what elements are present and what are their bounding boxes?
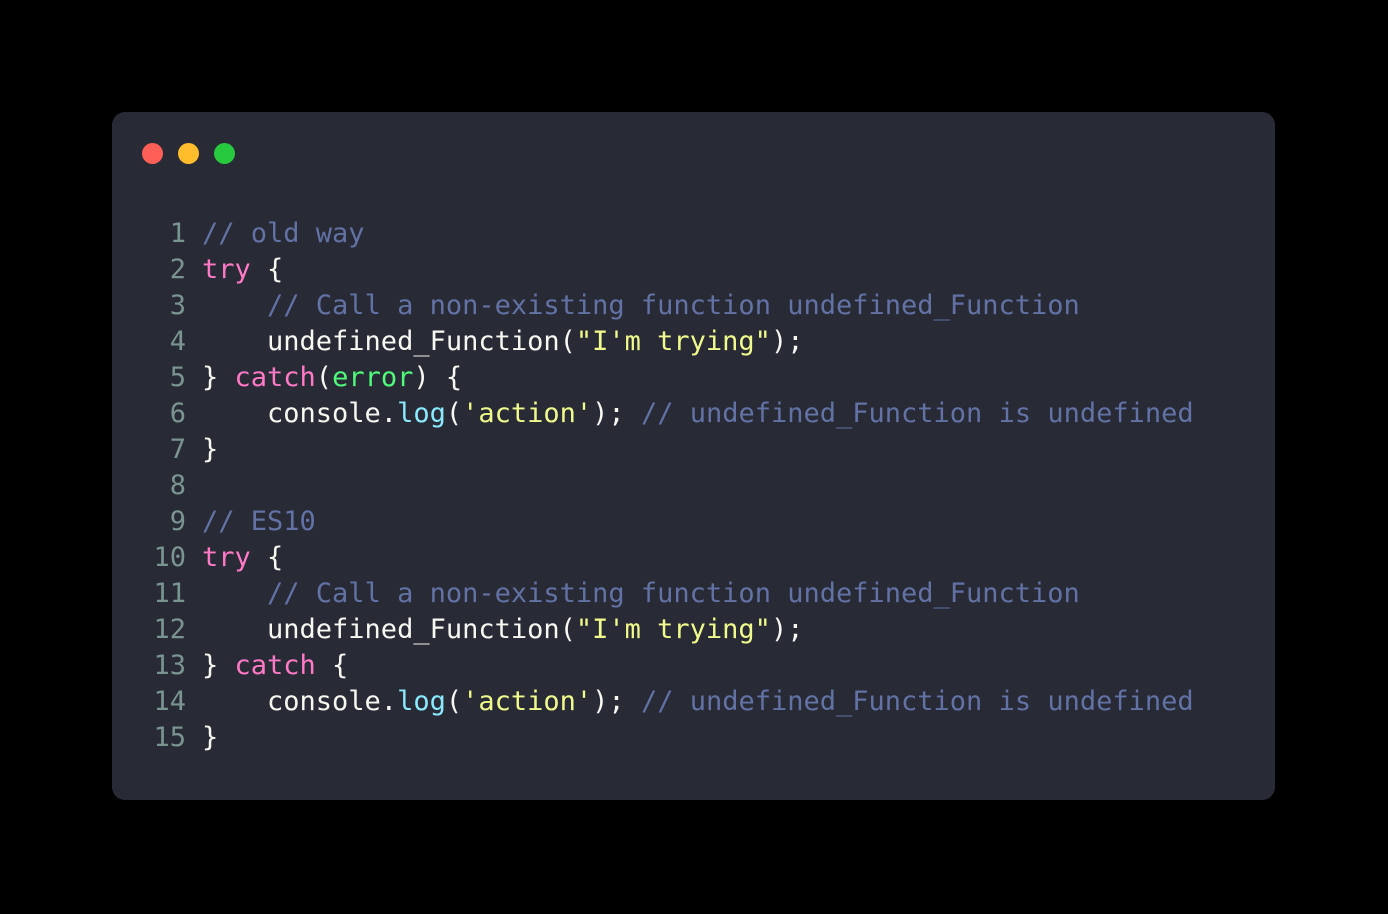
line-number: 9 <box>169 506 186 537</box>
token-plain: ( <box>315 362 333 393</box>
line-number: 4 <box>169 326 186 357</box>
line-number: 12 <box>153 614 186 645</box>
code-line-content: // Call a non-existing function undefine… <box>186 576 1275 612</box>
screenshot-stage: 1// old way 2 try {3 // Call a non-existin… <box>0 0 1388 914</box>
line-number: 14 <box>153 686 186 717</box>
token-keyword: catch <box>234 362 316 393</box>
code-line: 4 undefined_Function("I'm trying"); <box>112 324 1275 360</box>
code-line: 10 try { <box>112 540 1275 576</box>
line-number: 2 <box>169 254 186 285</box>
token-plain: ); <box>592 686 641 717</box>
token-plain: ) { <box>413 362 463 393</box>
code-line: 6 console.log('action'); // undefined_Fu… <box>112 396 1275 432</box>
line-number: 8 <box>169 470 186 501</box>
token-plain: } <box>202 434 219 465</box>
line-number: 10 <box>153 542 186 573</box>
token-comment: // undefined_Function is undefined <box>640 686 1194 717</box>
code-editor-area[interactable]: 1// old way 2 try {3 // Call a non-existin… <box>112 216 1275 756</box>
code-line-content: } <box>186 432 1275 468</box>
line-number: 3 <box>169 290 186 321</box>
token-plain: undefined_Function( <box>202 614 576 645</box>
code-line: 11 // Call a non-existing function undef… <box>112 576 1275 612</box>
minimize-button[interactable] <box>178 143 199 164</box>
token-string: 'action' <box>462 398 593 429</box>
code-line-content: try { <box>186 540 1275 576</box>
token-plain: ); <box>592 398 641 429</box>
token-string: 'action' <box>462 686 593 717</box>
token-plain: undefined_Function( <box>202 326 576 357</box>
token-plain: { <box>250 542 284 573</box>
token-plain: console. <box>202 686 398 717</box>
code-line: 15} <box>112 720 1275 756</box>
token-plain: ); <box>770 614 804 645</box>
code-line-content: } catch { <box>186 648 1275 684</box>
token-method: log <box>397 686 446 717</box>
line-number: 6 <box>169 398 186 429</box>
code-line-content: console.log('action'); // undefined_Func… <box>186 684 1275 720</box>
token-plain: { <box>315 650 349 681</box>
token-plain: } <box>202 650 235 681</box>
code-line-content: undefined_Function("I'm trying"); <box>186 612 1275 648</box>
code-line: 13} catch { <box>112 648 1275 684</box>
code-line: 14 console.log('action'); // undefined_F… <box>112 684 1275 720</box>
traffic-light-group <box>142 143 235 164</box>
line-number: 11 <box>153 578 186 609</box>
code-line-content: console.log('action'); // undefined_Func… <box>186 396 1275 432</box>
token-comment: // Call a non-existing function undefine… <box>267 578 1080 609</box>
token-method: log <box>397 398 446 429</box>
token-keyword: try <box>202 254 251 285</box>
line-number: 5 <box>169 362 186 393</box>
code-line-content: // Call a non-existing function undefine… <box>186 288 1275 324</box>
code-line: 9 // ES10 <box>112 504 1275 540</box>
code-line-content: try { <box>186 252 1275 288</box>
code-line-content: // ES10 <box>186 504 1275 540</box>
token-plain: { <box>250 254 284 285</box>
code-line: 8 <box>112 468 1275 504</box>
token-comment: // ES10 <box>202 506 316 537</box>
line-number: 7 <box>169 434 186 465</box>
token-string: "I'm trying" <box>575 326 771 357</box>
code-line: 5} catch(error) { <box>112 360 1275 396</box>
token-keyword: catch <box>234 650 316 681</box>
token-comment: // old way <box>202 218 365 249</box>
token-keyword: try <box>202 542 251 573</box>
line-number: 15 <box>153 722 186 753</box>
token-plain: ( <box>445 686 463 717</box>
code-line-content: // old way <box>186 216 1275 252</box>
token-comment: // Call a non-existing function undefine… <box>267 290 1080 321</box>
token-comment: // undefined_Function is undefined <box>640 398 1194 429</box>
token-plain: console. <box>202 398 398 429</box>
token-string: "I'm trying" <box>575 614 771 645</box>
token-plain: } <box>202 362 235 393</box>
token-plain: ); <box>770 326 804 357</box>
token-plain: ( <box>445 398 463 429</box>
code-line-content: undefined_Function("I'm trying"); <box>186 324 1275 360</box>
line-number: 1 <box>169 218 186 249</box>
zoom-button[interactable] <box>214 143 235 164</box>
line-number: 13 <box>153 650 186 681</box>
code-snippet-window: 1// old way 2 try {3 // Call a non-existin… <box>112 112 1275 800</box>
code-line: 2 try { <box>112 252 1275 288</box>
token-param: error <box>332 362 414 393</box>
close-button[interactable] <box>142 143 163 164</box>
code-line: 12 undefined_Function("I'm trying"); <box>112 612 1275 648</box>
token-plain: } <box>202 722 219 753</box>
code-line-content: } <box>186 720 1275 756</box>
code-line: 1 // old way <box>112 216 1275 252</box>
code-line-content: } catch(error) { <box>186 360 1275 396</box>
code-line: 3 // Call a non-existing function undefi… <box>112 288 1275 324</box>
window-titlebar <box>112 112 1275 198</box>
code-line: 7} <box>112 432 1275 468</box>
